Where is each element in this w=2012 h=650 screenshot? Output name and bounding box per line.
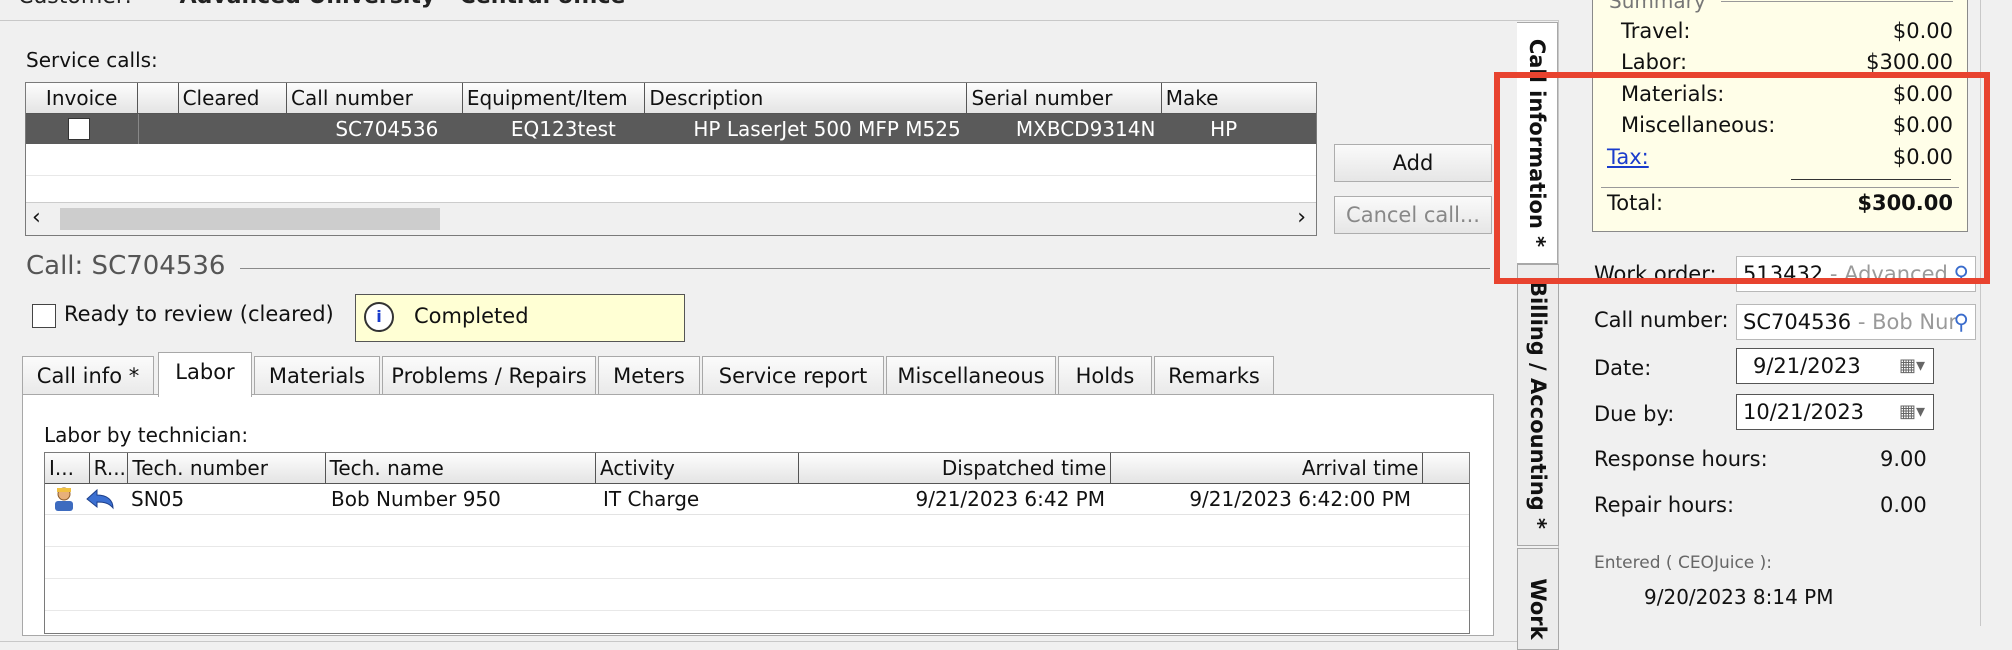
calendar-dropdown-icon[interactable]: ▦▾ <box>1899 395 1925 429</box>
summary-title-rule <box>1721 1 1953 2</box>
horizontal-scrollbar[interactable]: ‹ › <box>26 202 1316 235</box>
tech-name-cell: Bob Number 950 <box>331 487 501 511</box>
serial-cell: MXBCD9314N <box>1015 117 1156 141</box>
repair-label: Repair hours: <box>1594 493 1735 517</box>
status-text: Completed <box>414 304 529 328</box>
call-divider <box>240 268 1490 269</box>
summary-title: Summary <box>1609 0 1706 13</box>
tab-labor[interactable]: Labor <box>158 352 252 397</box>
col-make[interactable]: Make <box>1162 83 1316 113</box>
ready-checkbox[interactable] <box>32 304 56 328</box>
labor-header: I... R... Tech. number Tech. name Activi… <box>45 453 1469 484</box>
technician-icon <box>45 484 79 514</box>
make-cell: HP <box>1210 117 1238 141</box>
customer-value: Advanced University - Central office <box>180 0 626 9</box>
tab-call-info[interactable]: Call info * <box>22 356 154 395</box>
response-value: 9.00 <box>1880 447 1927 471</box>
call-number-field[interactable]: SC704536 - Bob Nur ⚲ <box>1736 304 1976 340</box>
col-blank[interactable] <box>138 83 179 113</box>
side-tab-label: Work <box>1526 578 1550 640</box>
invoice-cell <box>26 114 139 144</box>
side-tab-billing-accounting[interactable]: Billing / Accounting * <box>1517 264 1559 546</box>
col-tech-name[interactable]: Tech. name <box>326 453 597 483</box>
scroll-right-icon[interactable]: › <box>1297 205 1306 230</box>
repair-value: 0.00 <box>1880 493 1927 517</box>
col-activity[interactable]: Activity <box>596 453 800 483</box>
tab-meters[interactable]: Meters <box>598 356 700 395</box>
date-field[interactable]: 9/21/2023 ▦▾ <box>1736 348 1934 384</box>
col-i[interactable]: I... <box>45 453 90 483</box>
search-icon[interactable]: ⚲ <box>1954 305 1969 339</box>
entered-value: 9/20/2023 8:14 PM <box>1644 585 1834 609</box>
tab-materials[interactable]: Materials <box>254 356 380 395</box>
scrollbar-thumb[interactable] <box>60 208 440 230</box>
side-tab-work[interactable]: Work <box>1517 548 1559 650</box>
col-equipment[interactable]: Equipment/Item <box>463 83 646 113</box>
col-call-number[interactable]: Call number <box>287 83 463 113</box>
invoice-checkbox[interactable] <box>68 118 90 140</box>
tab-service-report[interactable]: Service report <box>702 356 884 395</box>
equipment-cell: EQ123test <box>510 117 616 141</box>
col-dispatched[interactable]: Dispatched time <box>799 453 1112 483</box>
return-arrow-icon <box>79 484 123 514</box>
service-calls-header: Invoice Cleared Call number Equipment/It… <box>26 83 1316 114</box>
service-calls-grid[interactable]: Invoice Cleared Call number Equipment/It… <box>25 82 1317 236</box>
scroll-left-icon[interactable]: ‹ <box>32 205 41 230</box>
col-r[interactable]: R... <box>90 453 129 483</box>
dispatched-cell: 9/21/2023 6:42 PM <box>915 487 1106 511</box>
table-row[interactable]: SC704536 EQ123test HP LaserJet 500 MFP M… <box>26 114 1316 144</box>
activity-cell: IT Charge <box>603 487 700 511</box>
entered-label: Entered ( CEOJuice ): <box>1594 553 1773 573</box>
description-cell: HP LaserJet 500 MFP M525 <box>693 117 961 141</box>
highlight-box <box>1494 72 1990 284</box>
info-icon: i <box>364 302 394 332</box>
labor-label: Labor by technician: <box>44 423 249 447</box>
side-tab-label: Billing / Accounting * <box>1526 280 1550 530</box>
table-row-empty <box>45 515 1469 547</box>
ready-label[interactable]: Ready to review (cleared) <box>64 302 334 326</box>
tab-problems-repairs[interactable]: Problems / Repairs <box>382 356 596 395</box>
tech-number-cell: SN05 <box>131 487 185 511</box>
table-row[interactable]: SN05 Bob Number 950 IT Charge 9/21/2023 … <box>45 484 1469 515</box>
status-box: i Completed <box>355 294 685 342</box>
col-invoice[interactable]: Invoice <box>26 83 139 113</box>
call-number-cell: SC704536 <box>335 117 439 141</box>
due-label: Due by: <box>1594 402 1675 426</box>
col-serial[interactable]: Serial number <box>967 83 1162 113</box>
col-tech-number[interactable]: Tech. number <box>128 453 326 483</box>
arrival-cell: 9/21/2023 6:42:00 PM <box>1189 487 1411 511</box>
labor-grid[interactable]: I... R... Tech. number Tech. name Activi… <box>44 452 1470 634</box>
service-calls-label: Service calls: <box>26 48 158 72</box>
tab-remarks[interactable]: Remarks <box>1154 356 1274 395</box>
call-number-label: Call number: <box>1594 308 1729 332</box>
calendar-dropdown-icon[interactable]: ▦▾ <box>1899 349 1925 383</box>
tab-miscellaneous[interactable]: Miscellaneous <box>886 356 1056 395</box>
cancel-call-button[interactable]: Cancel call... <box>1334 196 1492 234</box>
tab-holds[interactable]: Holds <box>1058 356 1152 395</box>
customer-header: Customer: Advanced University - Central … <box>18 0 625 9</box>
call-title: Call: SC704536 <box>26 251 226 281</box>
date-label: Date: <box>1594 356 1652 380</box>
col-extra <box>1423 453 1469 483</box>
table-row-empty <box>45 579 1469 611</box>
table-row-empty <box>26 144 1316 176</box>
due-field[interactable]: 10/21/2023 ▦▾ <box>1736 394 1934 430</box>
table-row-empty <box>45 547 1469 579</box>
col-description[interactable]: Description <box>645 83 968 113</box>
customer-label: Customer: <box>18 0 132 9</box>
response-label: Response hours: <box>1594 447 1768 471</box>
spacer-cell <box>139 114 327 144</box>
col-cleared[interactable]: Cleared <box>179 83 288 113</box>
add-button[interactable]: Add <box>1334 144 1492 182</box>
col-arrival[interactable]: Arrival time <box>1111 453 1424 483</box>
